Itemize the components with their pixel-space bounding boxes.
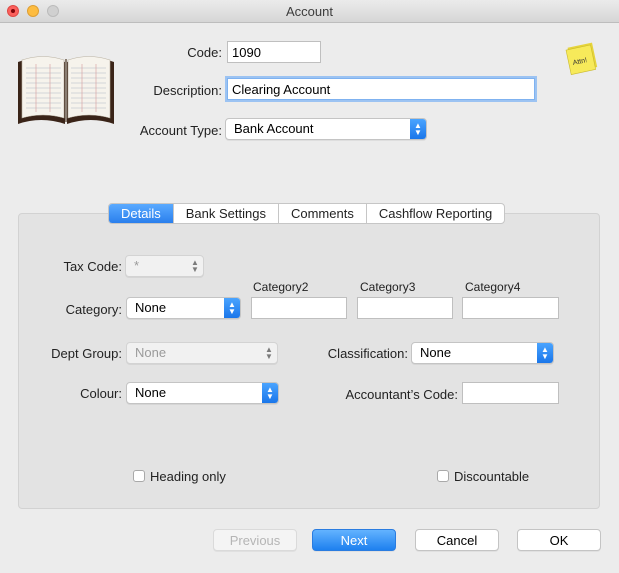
chevron-updown-icon: ▲ ▼	[537, 343, 553, 363]
category2-label: Category2	[253, 280, 309, 294]
dept-group-value: None	[135, 345, 167, 360]
previous-button[interactable]: Previous	[213, 529, 297, 551]
tab-bank-settings[interactable]: Bank Settings	[172, 204, 278, 223]
window-title: Account	[286, 4, 333, 19]
chevron-updown-icon: ▲ ▼	[224, 298, 240, 318]
colour-value: None	[135, 385, 167, 400]
title-bar: Account	[0, 0, 619, 23]
code-input[interactable]	[227, 41, 321, 63]
dept-group-select: None ▲ ▼	[126, 342, 278, 364]
tax-code-select: * ▲ ▼	[125, 255, 204, 277]
description-input[interactable]	[227, 78, 535, 100]
chevron-updown-icon: ▲ ▼	[262, 383, 278, 403]
discountable-checkbox[interactable]	[437, 470, 449, 482]
category-label: Category:	[65, 302, 122, 317]
description-label: Description:	[153, 83, 222, 98]
chevron-updown-icon: ▲ ▼	[191, 258, 199, 274]
chevron-updown-icon: ▲ ▼	[410, 119, 426, 139]
discountable-label: Discountable	[454, 469, 530, 484]
cancel-button[interactable]: Cancel	[415, 529, 499, 551]
accountants-code-label: Accountant’s Code:	[345, 387, 459, 402]
classification-label: Classification:	[327, 346, 408, 361]
category4-label: Category4	[465, 280, 521, 294]
heading-only-label: Heading only	[150, 469, 226, 484]
classification-select[interactable]: None ▲ ▼	[411, 342, 554, 364]
chevron-updown-icon: ▲ ▼	[265, 345, 273, 361]
tax-code-label: Tax Code:	[63, 259, 122, 274]
classification-value: None	[420, 345, 452, 360]
heading-only-checkbox[interactable]	[133, 470, 145, 482]
category-select[interactable]: None ▲ ▼	[126, 297, 241, 319]
colour-label: Colour:	[80, 386, 122, 401]
category-value: None	[135, 300, 167, 315]
tab-cashflow-reporting[interactable]: Cashflow Reporting	[365, 204, 504, 223]
accountants-code-input[interactable]	[462, 382, 559, 404]
code-label: Code:	[187, 45, 222, 60]
ledger-book-icon	[18, 56, 114, 124]
tab-bar: Details Bank Settings Comments Cashflow …	[108, 203, 506, 224]
ok-button[interactable]: OK	[517, 529, 601, 551]
sticky-note-icon: Attn!	[565, 42, 598, 75]
tax-code-value: *	[134, 258, 140, 273]
tab-details[interactable]: Details	[109, 204, 173, 223]
account-type-value: Bank Account	[234, 121, 314, 136]
category2-input[interactable]	[251, 297, 347, 319]
category3-label: Category3	[360, 280, 416, 294]
next-button[interactable]: Next	[312, 529, 396, 551]
dept-group-label: Dept Group:	[51, 346, 122, 361]
category4-input[interactable]	[462, 297, 559, 319]
category3-input[interactable]	[357, 297, 453, 319]
account-type-label: Account Type:	[139, 123, 222, 138]
tab-comments[interactable]: Comments	[277, 204, 366, 223]
colour-select[interactable]: None ▲ ▼	[126, 382, 279, 404]
account-type-select[interactable]: Bank Account ▲ ▼	[225, 118, 427, 140]
